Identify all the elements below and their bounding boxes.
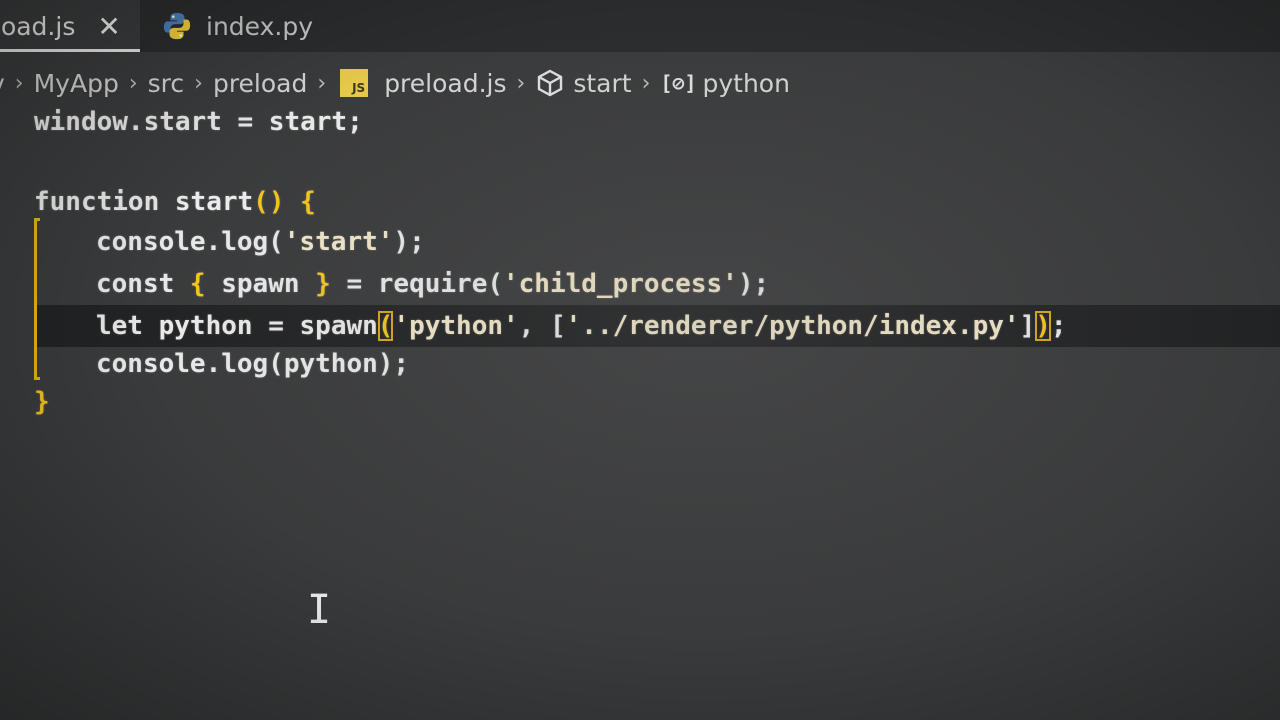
tab-label: index.py	[206, 11, 314, 41]
breadcrumb-item-function[interactable]: start	[535, 68, 632, 98]
code-text: ;	[1050, 311, 1067, 341]
code-line[interactable]: console.log(python);	[96, 344, 409, 384]
string-literal: 'child_process'	[503, 269, 738, 299]
breadcrumb-separator: ›	[641, 70, 651, 96]
parens: ()	[253, 187, 285, 217]
matched-open-paren: (	[377, 311, 394, 341]
code-line[interactable]: const { spawn } = require('child_process…	[96, 264, 769, 304]
breadcrumb-separator: ›	[317, 70, 327, 96]
breadcrumb-item-file[interactable]: JS preload.js	[336, 68, 507, 98]
code-line[interactable]: console.log('start');	[96, 222, 425, 262]
tab-bar: load.js ✕ index.py	[0, 0, 1280, 52]
keyword-function: function	[34, 187, 175, 217]
close-brace: }	[34, 387, 50, 417]
breadcrumb-separator: ›	[14, 70, 24, 96]
string-literal: 'python'	[393, 311, 519, 341]
code-text: , [	[518, 311, 566, 341]
close-icon[interactable]: ✕	[97, 10, 120, 43]
code-text: );	[737, 269, 770, 299]
destructure-open-brace: {	[189, 269, 206, 299]
tab-label: load.js	[0, 11, 76, 41]
code-line-current[interactable]: let python = spawn('python', ['../render…	[96, 306, 1067, 346]
open-brace: {	[300, 187, 316, 217]
keyword-const: const	[96, 269, 190, 299]
breadcrumb-item-src[interactable]: src	[148, 69, 185, 98]
active-tab-indicator	[0, 49, 140, 52]
breadcrumb-variable-label: python	[702, 68, 790, 98]
code-line[interactable]: }	[34, 382, 50, 422]
breadcrumb-separator: ›	[194, 70, 203, 96]
destructure-close-brace: }	[315, 269, 331, 299]
breadcrumb-separator: ›	[128, 70, 138, 96]
tab-preload-js[interactable]: load.js ✕	[0, 0, 140, 52]
code-text: spawn	[205, 269, 316, 299]
breadcrumb-item-myapp[interactable]: MyApp	[34, 69, 119, 98]
code-line[interactable]: function start() {	[34, 182, 316, 222]
code-text: = require(	[330, 269, 503, 299]
breadcrumb-item[interactable]: v	[0, 69, 5, 98]
code-editor[interactable]: window.start = start; function start() {…	[0, 100, 1280, 720]
python-icon	[163, 12, 191, 40]
code-text: console.log(python);	[96, 349, 410, 379]
code-text: window.start = start;	[34, 107, 363, 137]
breadcrumb-file-label: preload.js	[384, 68, 507, 98]
breadcrumb-function-label: start	[573, 68, 632, 98]
code-text: ]	[1019, 311, 1036, 341]
tab-index-py[interactable]: index.py	[162, 0, 342, 52]
method-cube-icon	[538, 69, 563, 97]
bracket-scope-guide	[34, 218, 40, 380]
code-line[interactable]: window.start = start;	[34, 102, 363, 142]
function-name: start	[174, 187, 254, 217]
variable-name: python	[158, 311, 253, 341]
breadcrumb-separator: ›	[516, 70, 526, 96]
breadcrumb-item-variable[interactable]: [⊘] python	[660, 69, 790, 98]
code-text: = spawn	[252, 311, 378, 341]
matched-close-paren: )	[1035, 311, 1051, 341]
code-text: );	[393, 227, 425, 257]
breadcrumb-item-preload[interactable]: preload	[213, 69, 307, 98]
string-literal: '../renderer/python/index.py'	[565, 311, 1020, 341]
javascript-file-icon: JS	[340, 69, 369, 97]
keyword-let: let	[96, 311, 159, 341]
text-cursor-icon: I	[307, 587, 332, 633]
variable-icon: [⊘]	[660, 71, 697, 95]
code-text: console.log(	[96, 227, 284, 257]
string-literal: 'start'	[283, 227, 394, 257]
